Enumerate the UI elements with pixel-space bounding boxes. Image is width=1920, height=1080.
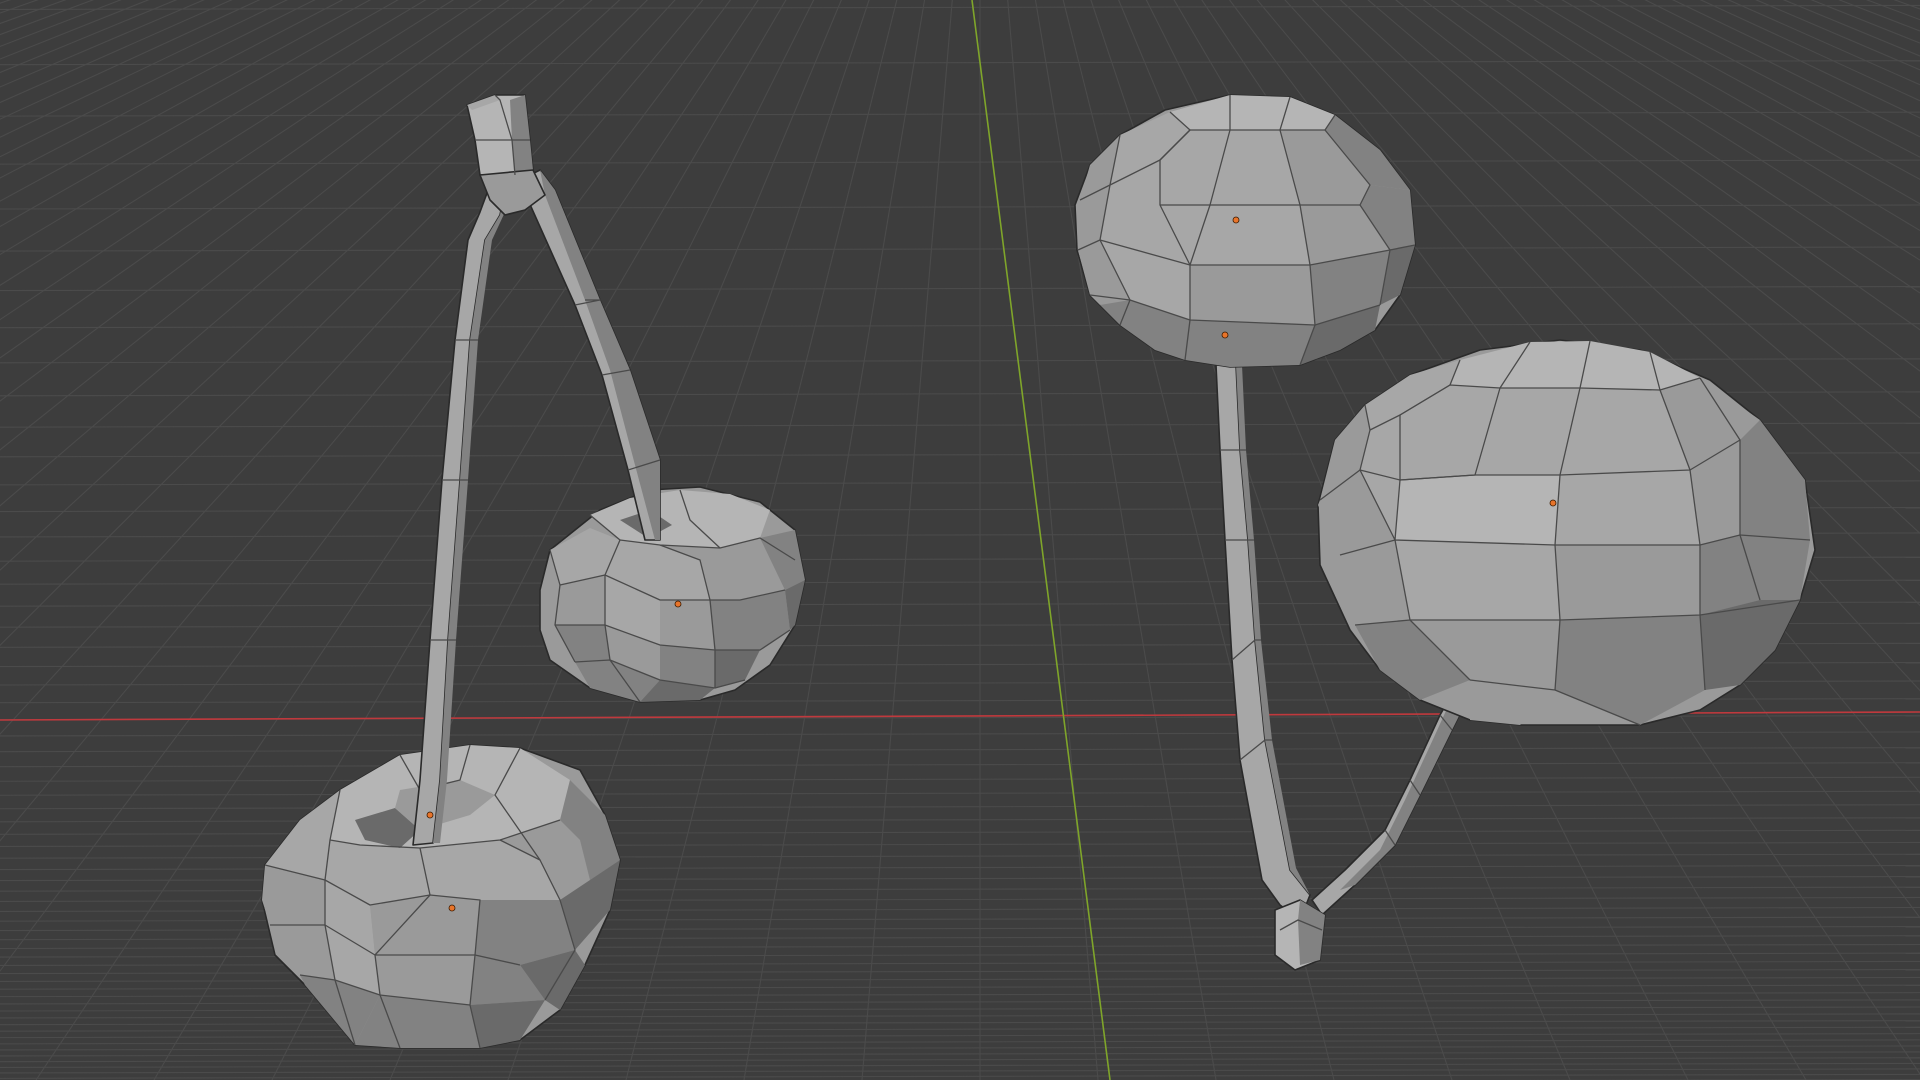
grid-line xyxy=(0,817,1920,823)
grid-line xyxy=(0,747,1920,753)
grid-line xyxy=(0,204,1920,210)
viewport-canvas[interactable] xyxy=(0,0,1920,1080)
origin-dot[interactable] xyxy=(448,904,456,912)
grid-line xyxy=(0,984,1920,990)
grid-line xyxy=(0,1039,1920,1045)
grid-line xyxy=(0,1062,1920,1068)
grid-line xyxy=(0,731,1920,737)
grid-line xyxy=(0,323,1920,329)
grid-line xyxy=(0,286,1920,292)
grid-line xyxy=(0,1006,1920,1012)
grid-line xyxy=(0,246,1920,252)
grid-line xyxy=(0,159,1920,165)
origin-dot[interactable] xyxy=(1232,216,1240,224)
origin-dot[interactable] xyxy=(426,811,434,819)
cherry-pair-left[interactable] xyxy=(261,94,806,1049)
origin-dot[interactable] xyxy=(674,600,682,608)
grid-line xyxy=(0,776,1920,782)
origin-dot[interactable] xyxy=(1221,331,1229,339)
grid-line xyxy=(0,1057,1920,1063)
grid-line xyxy=(0,762,1920,768)
grid-line xyxy=(0,790,1920,796)
grid-line xyxy=(0,1026,1920,1032)
cherry-right-back[interactable] xyxy=(1074,94,1416,368)
cherry-right-front[interactable] xyxy=(1317,339,1816,726)
grid-line xyxy=(0,1013,1920,1019)
grid-line xyxy=(0,992,1920,998)
3d-viewport[interactable] xyxy=(0,0,1920,1080)
grid-line xyxy=(0,829,1920,835)
grid-line xyxy=(0,1033,1920,1039)
grid-line xyxy=(0,976,1920,983)
grid-line xyxy=(0,999,1920,1005)
grid-line xyxy=(0,1020,1920,1026)
grid-line xyxy=(0,111,1920,117)
grid-line xyxy=(0,804,1920,810)
grid-line xyxy=(0,969,1920,975)
cherry-pair-right[interactable] xyxy=(1074,94,1816,971)
grid-line xyxy=(0,1073,1920,1079)
origin-dot[interactable] xyxy=(1549,499,1557,507)
grid-line xyxy=(0,1068,1920,1074)
grid-line xyxy=(0,1051,1920,1057)
cherry-left-back[interactable] xyxy=(539,486,806,703)
